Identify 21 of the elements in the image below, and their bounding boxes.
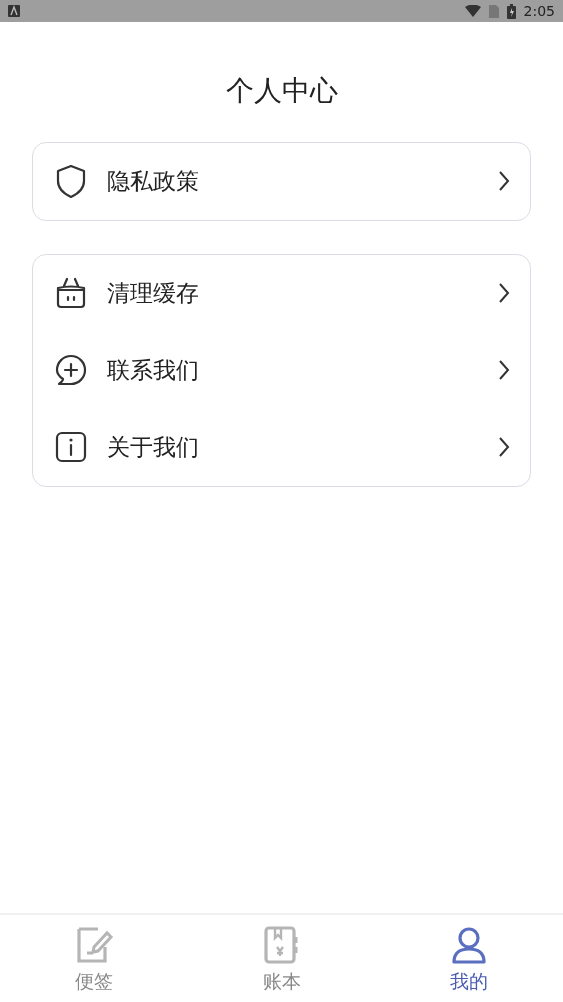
page-title: 个人中心 xyxy=(224,73,339,109)
menu-item[interactable]: 隐私政策 xyxy=(53,142,510,220)
chevron-right-icon xyxy=(498,359,510,382)
clock-time: 2:05 xyxy=(523,1,555,21)
wifi-icon xyxy=(464,5,481,17)
tab[interactable]: 便签 xyxy=(0,915,188,1002)
menu-label: 清理缓存 xyxy=(107,278,200,308)
menu-label: 联系我们 xyxy=(107,355,200,385)
tab[interactable]: 我的 xyxy=(375,915,563,1002)
chevron-right-icon xyxy=(498,436,510,459)
menu-label: 隐私政策 xyxy=(107,166,200,196)
menu-label: 关于我们 xyxy=(107,432,200,462)
notification-icon xyxy=(8,5,20,17)
chevron-right-icon xyxy=(498,282,510,305)
menu-item[interactable]: 联系我们 xyxy=(53,331,510,409)
tab[interactable]: 账本 xyxy=(187,915,376,1002)
chevron-right-icon xyxy=(498,170,510,193)
no-sim-icon xyxy=(488,4,499,18)
battery-icon xyxy=(506,3,516,19)
menu-item[interactable]: 清理缓存 xyxy=(53,254,510,332)
menu-item[interactable]: 关于我们 xyxy=(53,408,510,486)
